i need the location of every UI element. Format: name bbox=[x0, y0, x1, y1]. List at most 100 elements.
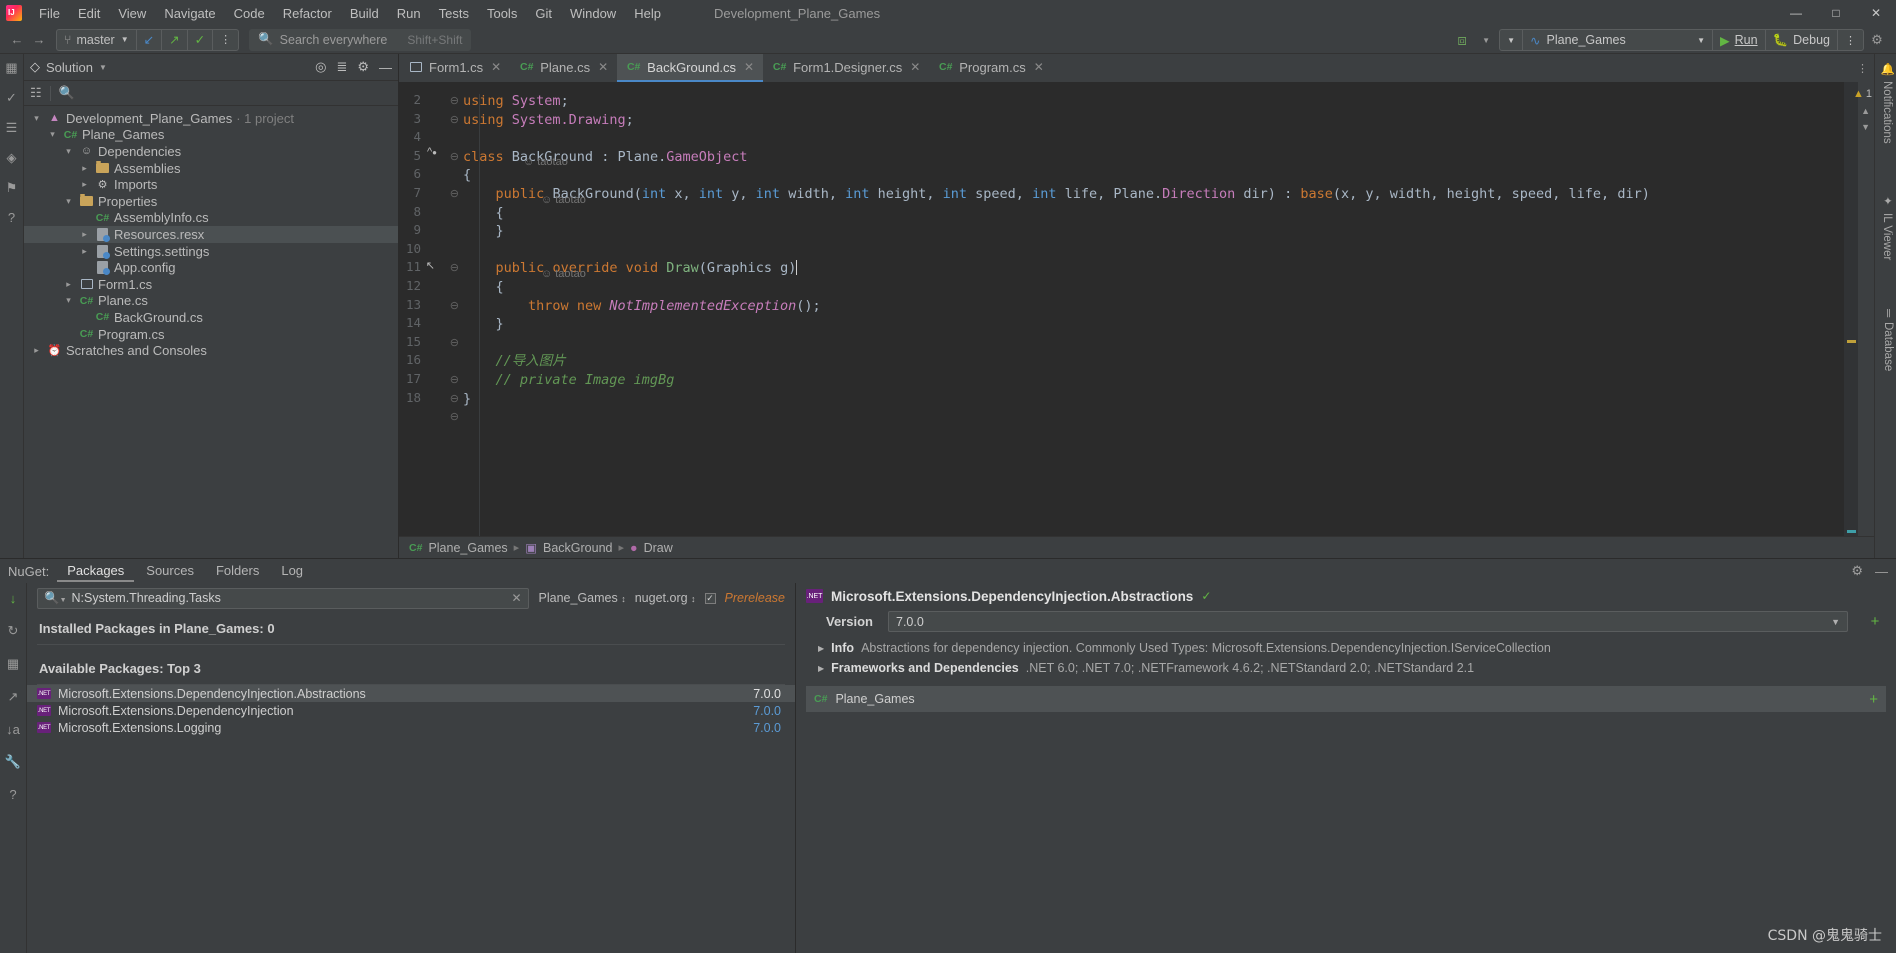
tab-list-icon[interactable]: ⋮ bbox=[1857, 62, 1868, 75]
close-tab-icon[interactable]: ✕ bbox=[1034, 60, 1044, 74]
wrench-icon[interactable]: 🔧 bbox=[5, 754, 21, 770]
breadcrumb-item-project[interactable]: Plane_Games bbox=[428, 541, 507, 555]
tool-il-viewer[interactable]: ✦ IL Viewer bbox=[1880, 194, 1894, 260]
tree-node-development-plane-games[interactable]: ▾ ▲ Development_Plane_Games · 1 project bbox=[24, 110, 398, 127]
code-line[interactable]: throw new NotImplementedException(); bbox=[463, 297, 821, 316]
tree-node-program-cs[interactable]: C# Program.cs bbox=[24, 326, 398, 343]
code-line[interactable]: { bbox=[463, 278, 504, 297]
minimize-button[interactable]: — bbox=[1776, 0, 1816, 26]
help-icon[interactable]: ? bbox=[8, 210, 15, 225]
tree-node-properties[interactable]: ▾ Properties bbox=[24, 193, 398, 210]
panel-settings-icon[interactable]: ⚙ bbox=[357, 59, 369, 75]
back-icon[interactable]: ← bbox=[6, 29, 28, 51]
code-vision-author[interactable]: ☺ taotao bbox=[541, 191, 586, 210]
editor-tab-form1-designer-cs[interactable]: C# Form1.Designer.cs ✕ bbox=[763, 54, 929, 82]
fold-marker-icon[interactable]: ⊖ bbox=[450, 150, 459, 163]
commit-icon[interactable]: ✓ bbox=[6, 90, 17, 106]
menu-edit[interactable]: Edit bbox=[69, 4, 109, 23]
menu-run[interactable]: Run bbox=[388, 4, 430, 23]
collapse-all-icon[interactable]: ≣ bbox=[336, 59, 347, 75]
columns-icon[interactable]: ▦ bbox=[7, 656, 19, 672]
tree-expand-arrow[interactable]: ▾ bbox=[30, 113, 43, 124]
branch-selector[interactable]: ⑂ master ▼ bbox=[57, 30, 136, 50]
tree-expand-arrow[interactable]: ▾ bbox=[62, 146, 75, 157]
vcs-push-button[interactable]: ↗ bbox=[161, 29, 186, 50]
vcs-update-button[interactable]: ↙ bbox=[135, 29, 161, 50]
warning-marker[interactable] bbox=[1847, 340, 1856, 343]
warning-count-chip[interactable]: ▲ 1 bbox=[1853, 88, 1872, 100]
code-content[interactable]: using System; using System.Drawing; class … bbox=[461, 82, 1844, 536]
prerelease-checkbox[interactable]: ✓ bbox=[704, 592, 716, 604]
search-everywhere[interactable]: 🔍 Search everywhere Shift+Shift bbox=[249, 28, 472, 51]
close-tab-icon[interactable]: ✕ bbox=[744, 60, 754, 74]
nuget-icon[interactable]: ◈ bbox=[7, 150, 17, 166]
code-line[interactable]: class BackGround : Plane.GameObject bbox=[463, 148, 748, 167]
code-line[interactable]: using System.Drawing; bbox=[463, 111, 634, 130]
close-tab-icon[interactable]: ✕ bbox=[910, 60, 920, 74]
refresh-icon[interactable]: ↻ bbox=[8, 623, 19, 639]
package-info-row[interactable]: ▶ Info Abstractions for dependency injec… bbox=[796, 638, 1896, 658]
version-select[interactable]: 7.0.0 ▼ bbox=[888, 611, 1848, 632]
run-more-button[interactable]: ⋮ bbox=[1837, 30, 1863, 50]
next-error-icon[interactable]: ▼ bbox=[1861, 122, 1870, 132]
run-button[interactable]: ▶ Run bbox=[1712, 30, 1765, 50]
tree-node-resources-resx[interactable]: ▸ Resources.resx bbox=[24, 226, 398, 243]
editor-gutter[interactable]: 2 3 4 5 6 7 8 9 10 11 12 13 14 15 16 17 18 ⊖ ⊖ ⊖ ⊖ ⊖ ⊖ ⊖ ⊖ ⊖ ⊖ ↖ ^● bbox=[399, 82, 461, 536]
nuget-tab-log[interactable]: Log bbox=[271, 561, 313, 582]
tree-expand-arrow[interactable]: ▾ bbox=[62, 196, 75, 207]
menu-navigate[interactable]: Navigate bbox=[155, 4, 224, 23]
fold-marker-icon[interactable]: ⊖ bbox=[450, 392, 459, 405]
code-line[interactable]: { bbox=[463, 166, 471, 185]
build-dropdown-icon[interactable]: ▼ bbox=[1475, 29, 1497, 51]
install-package-button[interactable]: + bbox=[1864, 611, 1886, 632]
fold-marker-icon[interactable]: ⊖ bbox=[450, 187, 459, 200]
nuget-project-selector[interactable]: Plane_Games ↕ bbox=[539, 591, 626, 605]
build-hammer-icon[interactable]: ⧈ bbox=[1451, 29, 1473, 51]
tree-node-app-config[interactable]: App.config bbox=[24, 259, 398, 276]
prev-error-icon[interactable]: ▲ bbox=[1861, 106, 1870, 116]
target-project-row[interactable]: C# Plane_Games + bbox=[806, 686, 1886, 712]
menu-window[interactable]: Window bbox=[561, 4, 625, 23]
solution-explorer-icon[interactable]: ▦ bbox=[5, 60, 17, 76]
fold-marker-icon[interactable]: ⊖ bbox=[450, 299, 459, 312]
code-vision-author[interactable]: ☺ taotao bbox=[523, 153, 568, 172]
nuget-minimize-icon[interactable]: — bbox=[1875, 564, 1888, 579]
tree-expand-arrow[interactable]: ▾ bbox=[46, 129, 59, 140]
tree-node-background-cs[interactable]: C# BackGround.cs bbox=[24, 309, 398, 326]
help-icon[interactable]: ? bbox=[9, 787, 16, 802]
tree-node-scratches-and-consoles[interactable]: ▸ ⏰ Scratches and Consoles bbox=[24, 342, 398, 359]
fold-marker-icon[interactable]: ⊖ bbox=[450, 94, 459, 107]
tree-node-form1-cs[interactable]: ▸ Form1.cs bbox=[24, 276, 398, 293]
tree-node-plane-games[interactable]: ▾ C# Plane_Games bbox=[24, 127, 398, 144]
tree-node-settings-settings[interactable]: ▸ Settings.settings bbox=[24, 243, 398, 260]
tree-expand-arrow[interactable]: ▸ bbox=[78, 163, 91, 174]
menu-tests[interactable]: Tests bbox=[430, 4, 478, 23]
editor-marker-gutter[interactable] bbox=[1844, 82, 1858, 536]
run-config-expand[interactable]: ▼ bbox=[1500, 30, 1522, 50]
tree-node-plane-cs[interactable]: ▾ C# Plane.cs bbox=[24, 293, 398, 310]
tree-expand-arrow[interactable]: ▸ bbox=[78, 179, 91, 190]
code-vision-author[interactable]: ☺ taotao bbox=[541, 265, 586, 284]
nuget-source-selector[interactable]: nuget.org ↕ bbox=[635, 591, 696, 605]
close-button[interactable]: ✕ bbox=[1856, 0, 1896, 26]
tool-notifications[interactable]: 🔔 Notifications bbox=[1880, 62, 1894, 144]
nuget-tab-folders[interactable]: Folders bbox=[206, 561, 269, 582]
nuget-search-input[interactable]: 🔍▼ N:System.Threading.Tasks ✕ bbox=[37, 587, 529, 609]
menu-help[interactable]: Help bbox=[625, 4, 670, 23]
package-list-item[interactable]: .NET Microsoft.Extensions.Logging 7.0.0 bbox=[27, 719, 795, 736]
vcs-more-button[interactable]: ⋮ bbox=[212, 29, 238, 50]
forward-icon[interactable]: → bbox=[28, 29, 50, 51]
code-line[interactable]: public override void Draw(Graphics g) bbox=[463, 259, 798, 278]
run-config-selector[interactable]: ∿ Plane_Games ▼ bbox=[1522, 30, 1712, 50]
editor-tab-plane-cs[interactable]: C# Plane.cs ✕ bbox=[510, 54, 617, 82]
fold-marker-icon[interactable]: ⊖ bbox=[450, 410, 459, 423]
install-icon[interactable]: ↓ bbox=[10, 591, 17, 606]
fold-marker-icon[interactable]: ⊖ bbox=[450, 373, 459, 386]
open-external-icon[interactable]: ↗ bbox=[8, 689, 19, 705]
locate-file-icon[interactable]: ◎ bbox=[315, 59, 326, 75]
panel-hide-icon[interactable]: — bbox=[379, 60, 392, 75]
fold-marker-icon[interactable]: ⊖ bbox=[450, 336, 459, 349]
nuget-settings-icon[interactable]: ⚙ bbox=[1851, 563, 1863, 579]
sort-icon[interactable]: ↓​a bbox=[6, 722, 20, 737]
code-line[interactable]: } bbox=[463, 315, 504, 334]
